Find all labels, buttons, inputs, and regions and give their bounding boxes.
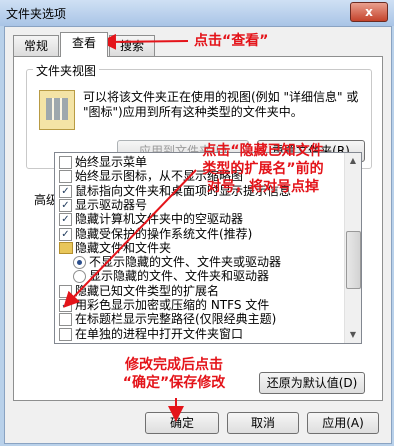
annotation-confirm-line-2: “确定”保存修改 [122, 375, 226, 391]
folder-view-description: 可以将该文件夹正在使用的视图(例如 "详细信息" 或 "图标")应用到所有这种类… [83, 90, 359, 119]
checkbox-checked-icon[interactable]: ✓ [59, 184, 72, 198]
annotation-uncheck-line-3: 对号，将对号点掉 [207, 179, 319, 195]
scroll-thumb[interactable] [346, 231, 361, 289]
setting-label: 不显示隐藏的文件、文件夹或驱动器 [89, 255, 282, 270]
setting-label: 隐藏已知文件类型的扩展名 [75, 283, 220, 298]
radio-unselected-icon[interactable] [73, 270, 86, 284]
setting-label: 始终显示菜单 [75, 155, 148, 169]
apply-button[interactable]: 应用(A) [307, 412, 379, 434]
window-title: 文件夹选项 [6, 7, 67, 21]
folder-view-title: 文件夹视图 [33, 62, 100, 79]
setting-label: 用彩色显示加密或压缩的 NTFS 文件 [75, 298, 270, 312]
folder-view-icon [39, 90, 75, 130]
close-button[interactable]: x [350, 2, 388, 22]
radio-selected-icon[interactable] [73, 256, 86, 270]
annotation-uncheck: 点击“隐藏已知文件 类型的扩展名”前的 对号，将对号点掉 [178, 142, 348, 196]
checkbox-unchecked-icon[interactable] [59, 156, 72, 169]
setting-label: 隐藏文件和文件夹 [75, 240, 172, 255]
annotation-uncheck-line-1: 点击“隐藏已知文件 [202, 143, 324, 159]
setting-label: 显示驱动器号 [75, 197, 148, 212]
setting-label: 在标题栏显示完整路径(仅限经典主题) [75, 312, 277, 327]
annotation-click-view: 点击“查看” [194, 33, 269, 49]
checkbox-unchecked-icon[interactable] [59, 313, 72, 327]
scroll-down-icon[interactable]: ▼ [345, 327, 361, 343]
checkbox-unchecked-icon[interactable] [59, 170, 72, 184]
title-bar: 文件夹选项 x [0, 0, 394, 26]
checkbox-unchecked-icon[interactable] [59, 327, 72, 341]
checkbox-checked-icon[interactable]: ✓ [59, 299, 72, 312]
setting-label: 显示隐藏的文件、文件夹和驱动器 [89, 269, 270, 284]
checkbox-checked-icon[interactable]: ✓ [59, 227, 72, 241]
folder-icon [59, 241, 73, 254]
annotation-uncheck-line-2: 类型的扩展名”前的 [202, 161, 324, 177]
tab-search[interactable]: 搜索 [109, 35, 155, 56]
checkbox-unchecked-icon[interactable] [59, 284, 72, 298]
checkbox-checked-icon[interactable]: ✓ [59, 198, 72, 212]
restore-defaults-button[interactable]: 还原为默认值(D) [259, 372, 365, 394]
checkbox-checked-icon[interactable]: ✓ [59, 213, 72, 227]
annotation-confirm: 修改完成后点击 “确定”保存修改 [104, 356, 244, 392]
cancel-button[interactable]: 取消 [227, 412, 299, 434]
tab-view[interactable]: 查看 [60, 32, 108, 57]
setting-label: 隐藏计算机文件夹中的空驱动器 [75, 212, 244, 227]
tab-general[interactable]: 常规 [13, 35, 59, 56]
setting-label: 隐藏受保护的操作系统文件(推荐) [75, 226, 253, 241]
setting-label: 在单独的进程中打开文件夹窗口 [75, 326, 244, 341]
ok-button[interactable]: 确定 [145, 412, 219, 434]
annotation-confirm-line-1: 修改完成后点击 [125, 357, 223, 373]
